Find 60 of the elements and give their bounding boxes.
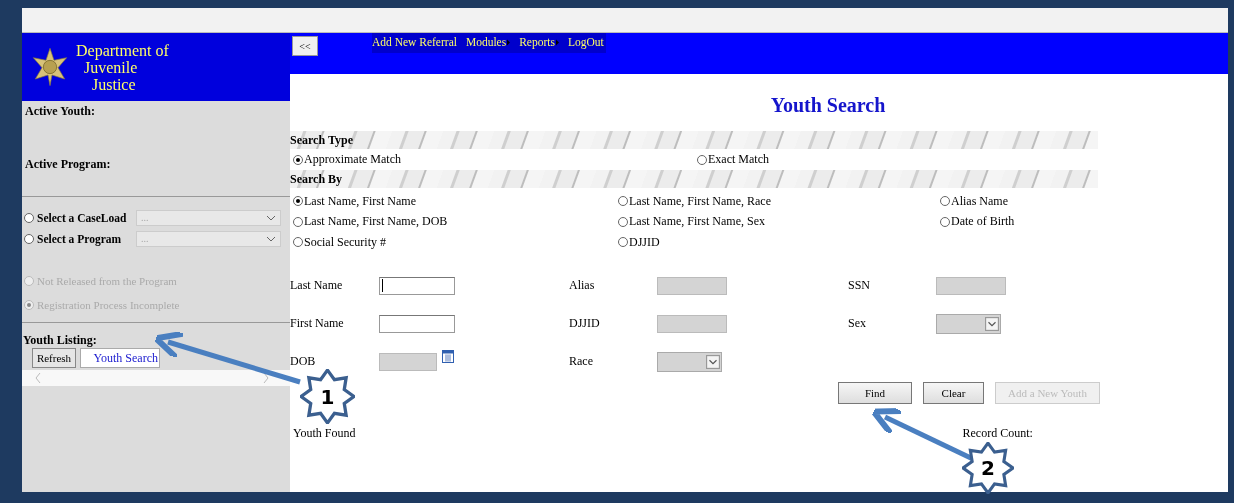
- callout-badge: 2: [962, 442, 1014, 494]
- radio-button[interactable]: [293, 154, 303, 165]
- menu-item[interactable]: Add New Referral: [372, 36, 457, 48]
- chevron-down-icon[interactable]: [266, 214, 276, 221]
- option-label: Last Name, First Name: [304, 193, 416, 209]
- input-field[interactable]: [379, 314, 455, 333]
- section-header: Search Type: [290, 131, 1098, 149]
- active-program-label: Active Program:: [25, 157, 112, 172]
- section-header: Search By: [290, 170, 1098, 188]
- field-label: SSN: [848, 278, 871, 293]
- record-count-label: Record Count:: [962, 425, 1033, 441]
- radio-button[interactable]: [697, 154, 707, 165]
- action-button[interactable]: Clear: [923, 381, 984, 404]
- radio-button[interactable]: [24, 233, 34, 244]
- menu-item[interactable]: LogOut: [567, 36, 604, 48]
- youth-listing-title: Youth Listing:: [22, 333, 98, 348]
- field-label: Race: [569, 354, 594, 369]
- field-label: DOB: [290, 354, 317, 369]
- logo-text: Department of: [76, 41, 169, 59]
- radio-button[interactable]: [618, 196, 628, 207]
- option-label: Last Name, First Name, Race: [629, 193, 771, 209]
- action-button[interactable]: Find: [838, 381, 912, 404]
- option-label: Date of Birth: [951, 214, 1015, 230]
- scroll-strip[interactable]: [22, 370, 290, 386]
- option-label: Alias Name: [951, 193, 1008, 209]
- radio-button[interactable]: [293, 237, 303, 248]
- field-label: Sex: [848, 316, 867, 331]
- radio-button[interactable]: [618, 237, 628, 248]
- field-label: First Name: [290, 316, 345, 331]
- tab-button[interactable]: Youth Search: [80, 348, 160, 368]
- callout-badge: 1: [300, 369, 355, 424]
- selector-label: Select a CaseLoad: [37, 211, 128, 224]
- radio-button[interactable]: [940, 216, 950, 227]
- menu-item[interactable]: Reports: [519, 36, 559, 48]
- selector-label: Select a Program: [37, 232, 123, 245]
- chevron-down-icon[interactable]: [266, 235, 276, 242]
- option-label: Last Name, First Name, Sex: [629, 214, 765, 230]
- active-youth-label: Active Youth:: [25, 104, 96, 119]
- scroll-right-icon[interactable]: [262, 372, 270, 384]
- field-label: Last Name: [290, 278, 344, 293]
- menu-item[interactable]: Modules: [465, 36, 511, 48]
- option-label: DJJID: [629, 234, 660, 250]
- option-label: Approximate Match: [304, 152, 401, 167]
- radio-button[interactable]: [293, 196, 303, 207]
- option-label: Exact Match: [708, 152, 769, 167]
- tab-button[interactable]: Refresh: [32, 348, 76, 368]
- radio-button[interactable]: [24, 212, 34, 223]
- option-label: Last Name, First Name, DOB: [304, 214, 448, 230]
- logo-text: Justice: [91, 75, 137, 93]
- field-label: DJJID: [569, 316, 601, 331]
- option-label: Social Security #: [304, 234, 386, 250]
- youth-found-label: Youth Found: [293, 425, 356, 441]
- collapse-button[interactable]: <<: [292, 36, 318, 56]
- input-field[interactable]: [379, 276, 455, 295]
- calendar-icon[interactable]: [442, 348, 454, 363]
- radio-button[interactable]: [293, 216, 303, 227]
- page-title: Youth Search: [769, 94, 887, 117]
- field-label: Alias: [569, 278, 596, 293]
- radio-button[interactable]: [940, 196, 950, 207]
- radio-button[interactable]: [618, 216, 628, 227]
